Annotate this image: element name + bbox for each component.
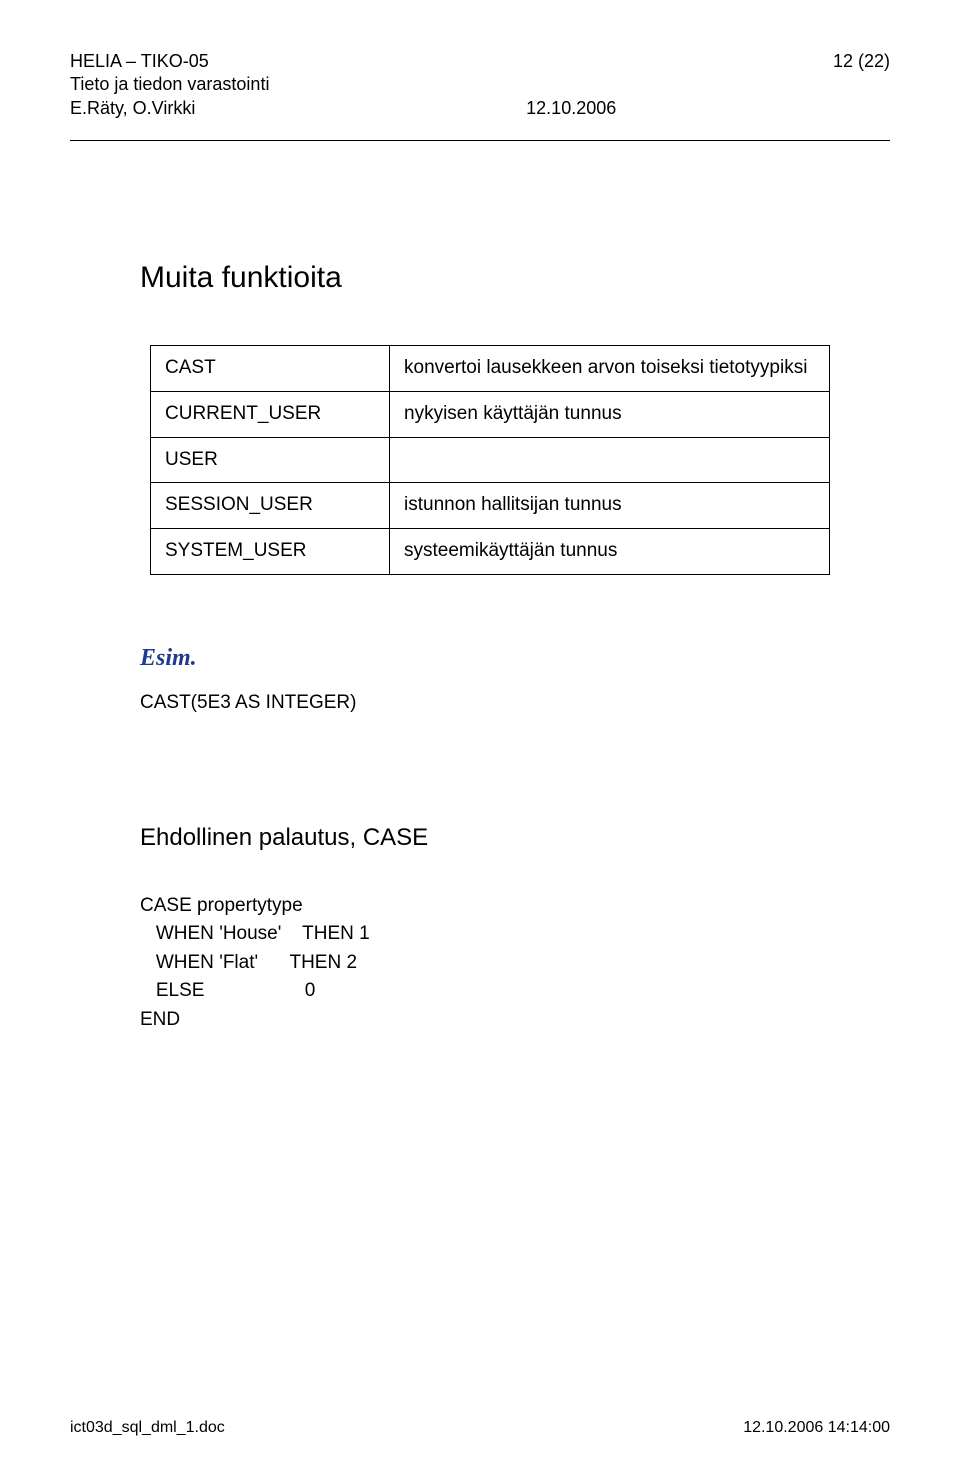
header-subject: Tieto ja tiedon varastointi: [70, 73, 269, 96]
header-page-number: 12 (22): [833, 50, 890, 73]
func-desc: nykyisen käyttäjän tunnus: [390, 391, 830, 437]
example-label: Esim.: [140, 645, 840, 672]
section-title: Muita funktioita: [140, 261, 840, 295]
cast-example: CAST(5E3 AS INTEGER): [140, 692, 840, 714]
table-row: USER: [151, 437, 830, 483]
func-name: SYSTEM_USER: [151, 528, 390, 574]
func-name: CURRENT_USER: [151, 391, 390, 437]
header-org: HELIA – TIKO-05: [70, 50, 269, 73]
header-date: 12.10.2006: [526, 97, 616, 120]
func-desc: [390, 437, 830, 483]
footer-timestamp: 12.10.2006 14:14:00: [743, 1419, 890, 1437]
table-row: CAST konvertoi lausekkeen arvon toiseksi…: [151, 346, 830, 392]
table-row: SESSION_USER istunnon hallitsijan tunnus: [151, 483, 830, 529]
func-name: CAST: [151, 346, 390, 392]
func-name: USER: [151, 437, 390, 483]
header-authors: E.Räty, O.Virkki: [70, 97, 195, 120]
func-desc: systeemikäyttäjän tunnus: [390, 528, 830, 574]
functions-table: CAST konvertoi lausekkeen arvon toiseksi…: [150, 345, 830, 574]
header-divider: [70, 140, 890, 141]
page-footer: ict03d_sql_dml_1.doc 12.10.2006 14:14:00: [70, 1419, 890, 1437]
footer-filename: ict03d_sql_dml_1.doc: [70, 1419, 225, 1437]
func-name: SESSION_USER: [151, 483, 390, 529]
table-row: CURRENT_USER nykyisen käyttäjän tunnus: [151, 391, 830, 437]
func-desc: istunnon hallitsijan tunnus: [390, 483, 830, 529]
subsection-title: Ehdollinen palautus, CASE: [140, 824, 840, 852]
func-desc: konvertoi lausekkeen arvon toiseksi tiet…: [390, 346, 830, 392]
case-example: CASE propertytype WHEN 'House' THEN 1 WH…: [140, 892, 840, 1035]
page-header: HELIA – TIKO-05 Tieto ja tiedon varastoi…: [70, 50, 890, 120]
table-row: SYSTEM_USER systeemikäyttäjän tunnus: [151, 528, 830, 574]
